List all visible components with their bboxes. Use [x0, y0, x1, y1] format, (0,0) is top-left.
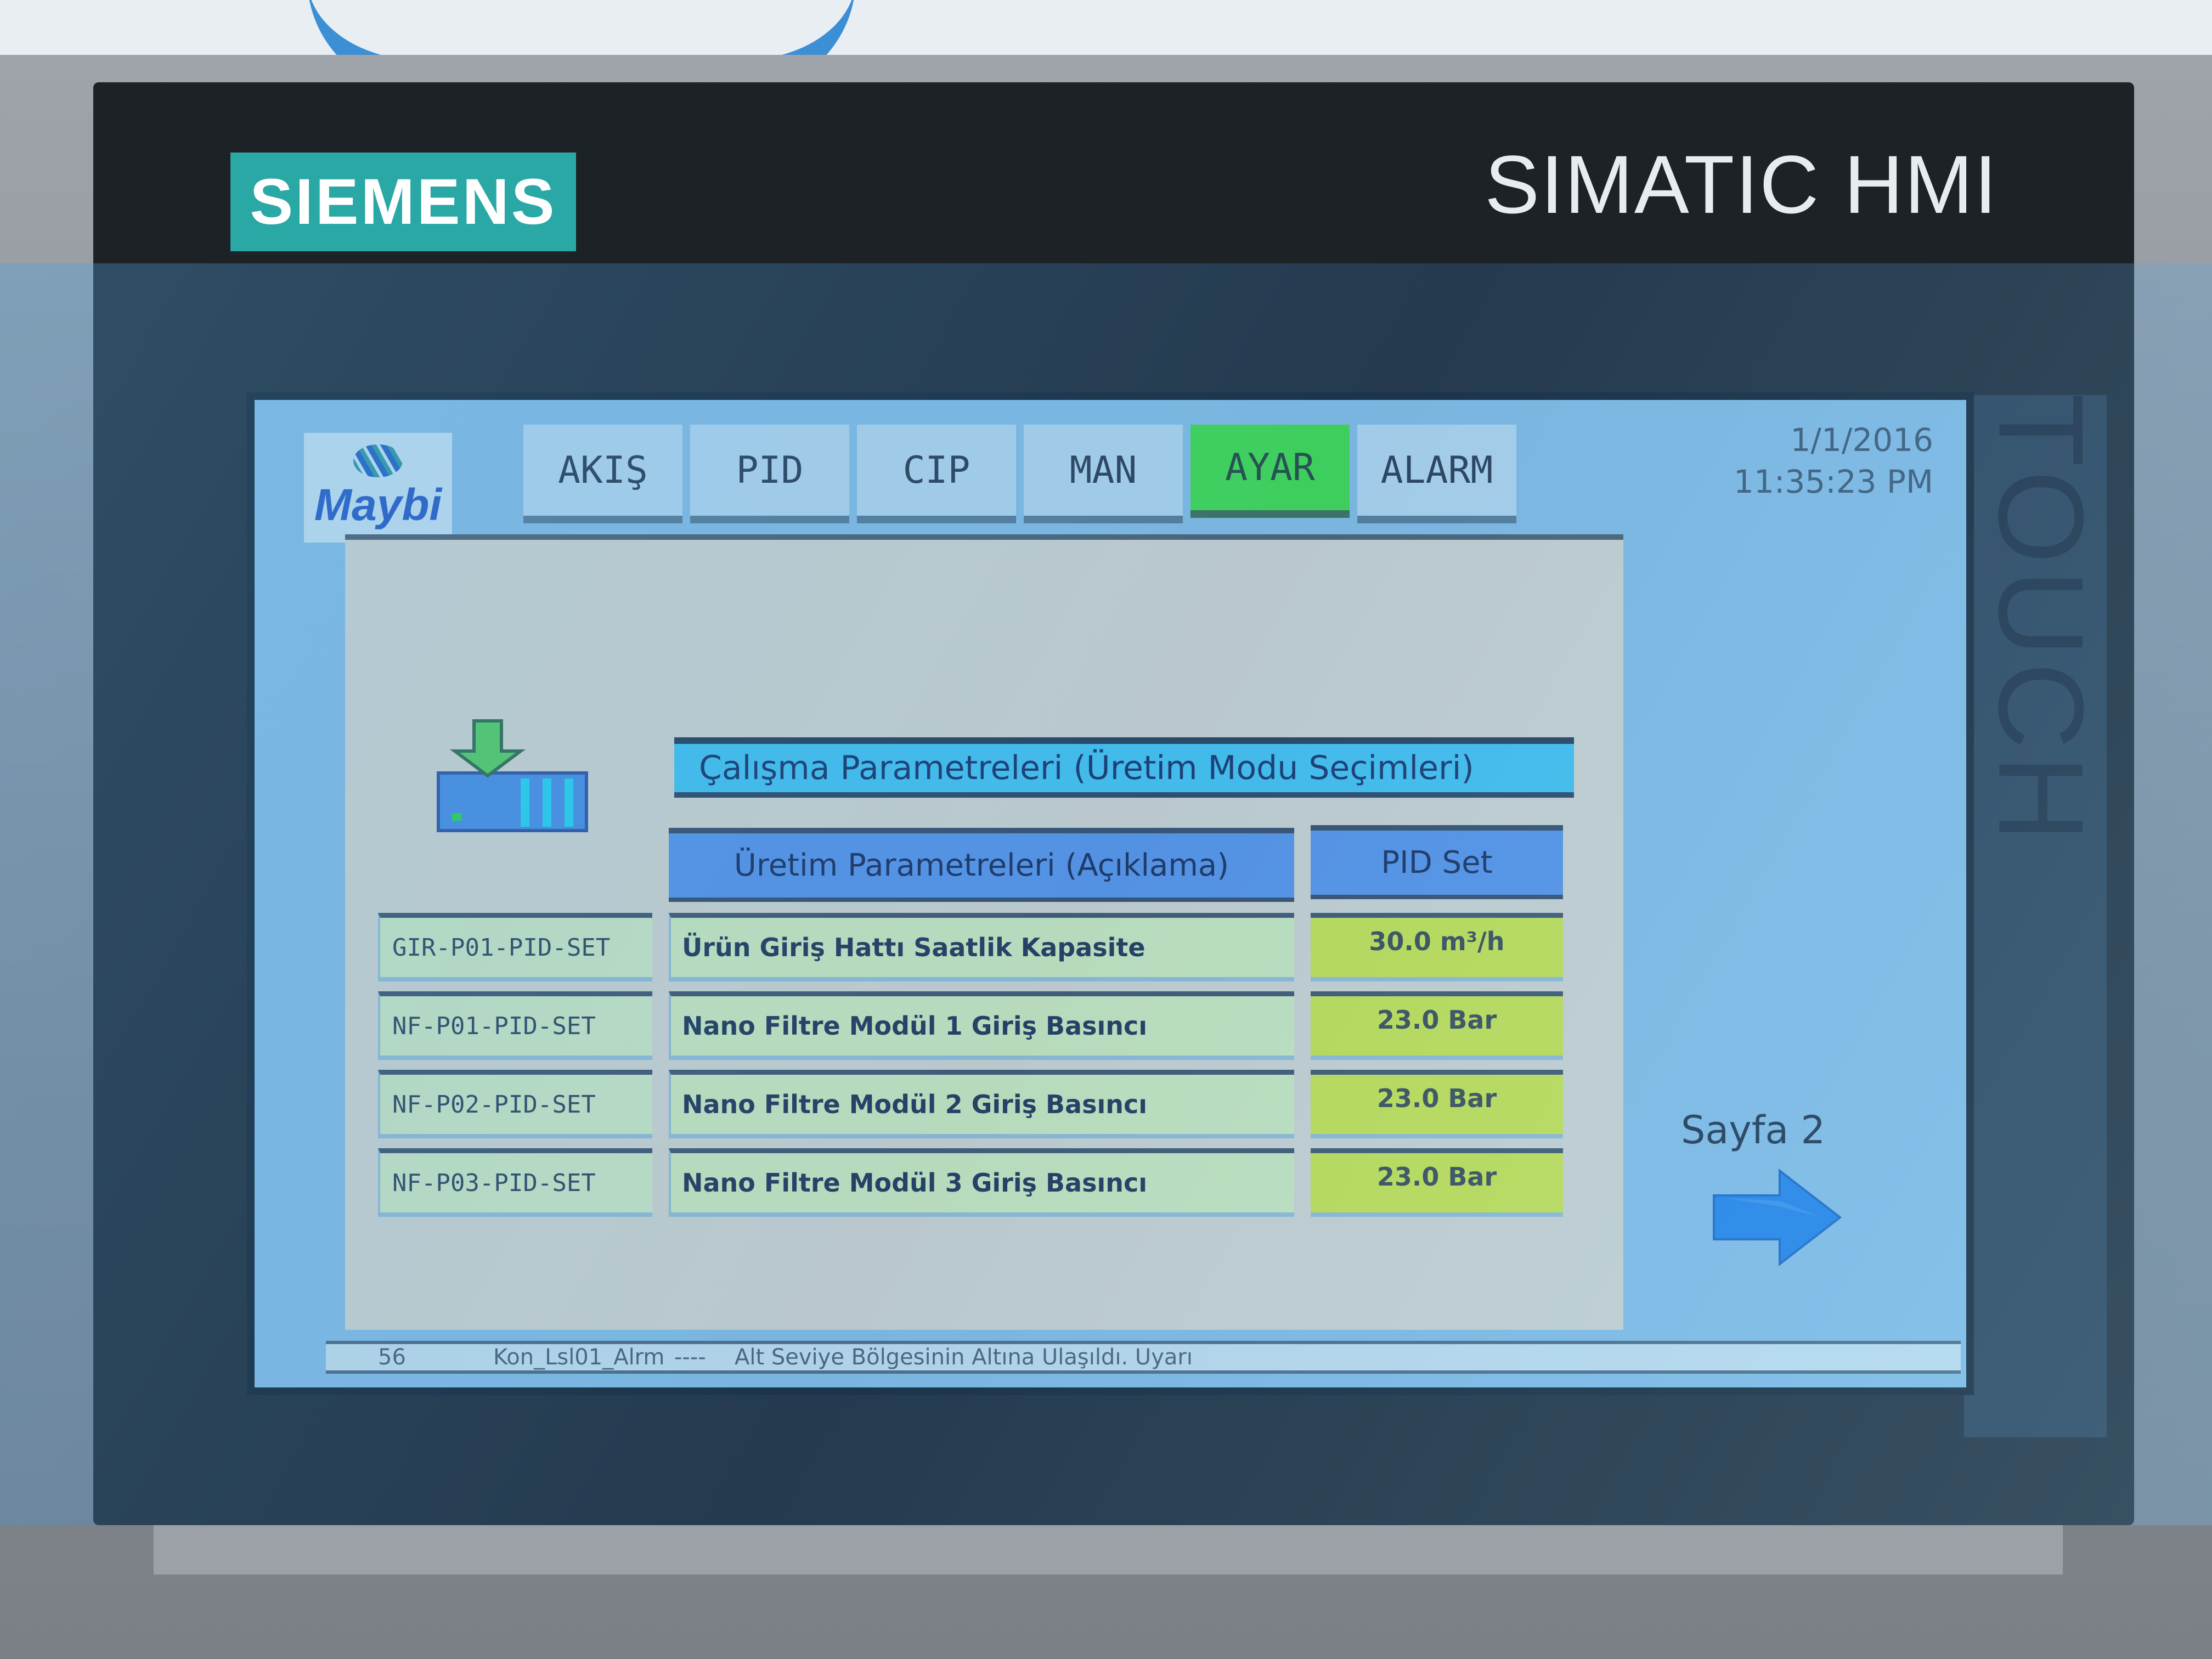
maybi-logo-icon — [353, 444, 403, 477]
table-row: NF-P01-PID-SET Nano Filtre Modül 1 Giriş… — [378, 991, 1585, 1070]
parameter-description: Nano Filtre Modül 2 Giriş Basıncı — [669, 1070, 1294, 1138]
alarm-number: 56 — [378, 1345, 406, 1370]
time-text: 11:35:23 PM — [1734, 463, 1933, 500]
date-text: 1/1/2016 — [1790, 421, 1934, 459]
pid-tag-button[interactable]: NF-P02-PID-SET — [378, 1070, 652, 1138]
next-page-label: Sayfa 2 — [1681, 1108, 1826, 1153]
alarm-tag: Kon_Lsl01_Alrm — [493, 1345, 665, 1370]
parameter-description: Nano Filtre Modül 1 Giriş Basıncı — [669, 991, 1294, 1060]
alarm-message-line[interactable]: 56 Kon_Lsl01_Alrm ---- Alt Seviye Bölges… — [326, 1341, 1961, 1374]
tab-man[interactable]: MAN — [1024, 425, 1183, 523]
pid-setpoint-input[interactable]: 23.0 Bar — [1311, 991, 1563, 1060]
tab-cip[interactable]: CIP — [857, 425, 1016, 523]
alarm-text: Alt Seviye Bölgesinin Altına Ulaşıldı. U… — [735, 1345, 1193, 1370]
tab-akis[interactable]: AKIŞ — [523, 425, 682, 523]
hmi-screen: Maybi AKIŞ PID CIP MAN AYAR ALARM 1/1/20… — [247, 392, 1974, 1395]
siemens-logo: SIEMENS — [230, 153, 576, 251]
table-row: NF-P02-PID-SET Nano Filtre Modül 2 Giriş… — [378, 1070, 1585, 1148]
maybi-logo-text: Maybi — [314, 480, 442, 530]
parameters-panel: Çalışma Parametreleri (Üretim Modu Seçim… — [345, 534, 1623, 1330]
pid-setpoint-input[interactable]: 23.0 Bar — [1311, 1070, 1563, 1138]
section-title: Çalışma Parametreleri (Üretim Modu Seçim… — [674, 737, 1574, 798]
wall-background — [0, 0, 2212, 93]
table-row: NF-P03-PID-SET Nano Filtre Modül 3 Giriş… — [378, 1148, 1585, 1227]
datetime-display: 1/1/2016 11:35:23 PM — [1734, 419, 1933, 503]
pid-tag-button[interactable]: NF-P03-PID-SET — [378, 1148, 652, 1217]
touch-label: TOUCH — [1970, 392, 2112, 848]
maybi-logo: Maybi — [304, 433, 452, 543]
tab-ayar[interactable]: AYAR — [1190, 425, 1350, 518]
pid-tag-button[interactable]: GIR-P01-PID-SET — [378, 913, 652, 981]
next-page-arrow-icon[interactable] — [1711, 1168, 1843, 1267]
column-header-description: Üretim Parametreleri (Açıklama) — [669, 828, 1294, 902]
pid-setpoint-input[interactable]: 30.0 m³/h — [1311, 913, 1563, 981]
device-bezel-bottom — [154, 1525, 2063, 1575]
parameter-table: GIR-P01-PID-SET Ürün Giriş Hattı Saatlik… — [378, 913, 1585, 1227]
touch-label-text: TOUCH — [1973, 392, 2109, 848]
alarm-separator: ---- — [674, 1345, 706, 1370]
pid-tag-button[interactable]: NF-P01-PID-SET — [378, 991, 652, 1060]
pid-setpoint-input[interactable]: 23.0 Bar — [1311, 1148, 1563, 1217]
tab-alarm[interactable]: ALARM — [1357, 425, 1516, 523]
table-row: GIR-P01-PID-SET Ürün Giriş Hattı Saatlik… — [378, 913, 1585, 991]
column-header-pid-set: PID Set — [1311, 825, 1563, 899]
parameter-description: Nano Filtre Modül 3 Giriş Basıncı — [669, 1148, 1294, 1217]
parameter-description: Ürün Giriş Hattı Saatlik Kapasite — [669, 913, 1294, 981]
simatic-hmi-label: SIMATIC HMI — [1485, 138, 1998, 230]
main-tabs: AKIŞ PID CIP MAN AYAR ALARM — [523, 425, 1524, 545]
download-to-device-icon — [437, 719, 588, 832]
tab-pid[interactable]: PID — [690, 425, 849, 523]
